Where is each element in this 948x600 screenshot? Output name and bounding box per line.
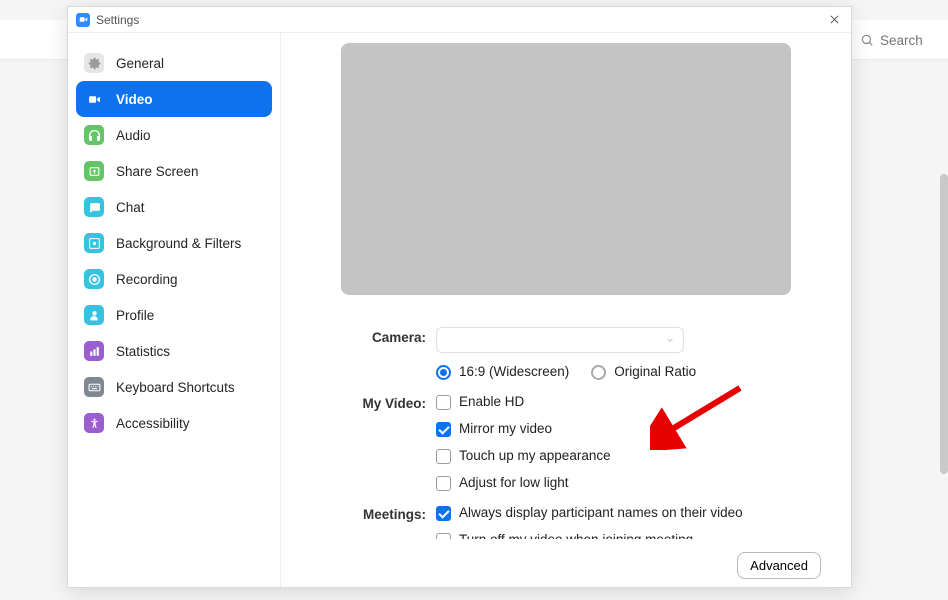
checkbox-icon bbox=[436, 476, 451, 491]
aspect-wide-label: 16:9 (Widescreen) bbox=[459, 363, 569, 381]
sidebar-item-profile[interactable]: Profile bbox=[76, 297, 272, 333]
myvideo-touchup-option[interactable]: Touch up my appearance bbox=[436, 447, 831, 465]
search-icon bbox=[860, 33, 874, 47]
sidebar-item-statistics[interactable]: Statistics bbox=[76, 333, 272, 369]
checkbox-icon bbox=[436, 533, 451, 540]
stats-icon bbox=[84, 341, 104, 361]
sidebar-item-chat[interactable]: Chat bbox=[76, 189, 272, 225]
search-input[interactable] bbox=[880, 33, 930, 48]
myvideo-mirror-option[interactable]: Mirror my video bbox=[436, 420, 831, 438]
close-icon bbox=[829, 14, 840, 25]
window-title: Settings bbox=[96, 13, 139, 27]
app-icon bbox=[76, 13, 90, 27]
radio-icon-selected bbox=[436, 365, 451, 380]
myvideo-label: My Video: bbox=[281, 393, 426, 411]
meetings-video-off-join-option[interactable]: Turn off my video when joining meeting bbox=[436, 531, 831, 539]
meetings-video-off-join-label: Turn off my video when joining meeting bbox=[459, 531, 693, 539]
sidebar-item-accessibility[interactable]: Accessibility bbox=[76, 405, 272, 441]
sidebar-item-label: Recording bbox=[116, 272, 178, 287]
radio-icon bbox=[591, 365, 606, 380]
chat-icon bbox=[84, 197, 104, 217]
sidebar: General Video Audio Share Screen Chat Backgro… bbox=[68, 33, 281, 587]
meetings-display-names-option[interactable]: Always display participant names on thei… bbox=[436, 504, 831, 522]
sidebar-item-video[interactable]: Video bbox=[76, 81, 272, 117]
sidebar-item-label: Audio bbox=[116, 128, 151, 143]
sidebar-item-label: Background & Filters bbox=[116, 236, 241, 251]
sidebar-item-label: Profile bbox=[116, 308, 154, 323]
settings-window: Settings General Video Audio Share Screen Ch… bbox=[67, 6, 852, 588]
meetings-display-names-label: Always display participant names on thei… bbox=[459, 504, 743, 522]
aspect-wide-option[interactable]: 16:9 (Widescreen) bbox=[436, 363, 569, 381]
checkbox-icon bbox=[436, 395, 451, 410]
background-search[interactable] bbox=[860, 27, 930, 53]
sidebar-item-label: Share Screen bbox=[116, 164, 199, 179]
sidebar-item-general[interactable]: General bbox=[76, 45, 272, 81]
sidebar-item-label: Statistics bbox=[116, 344, 170, 359]
record-icon bbox=[84, 269, 104, 289]
gear-icon bbox=[84, 53, 104, 73]
page-scrollbar[interactable] bbox=[940, 174, 948, 474]
camera-dropdown[interactable] bbox=[436, 327, 684, 353]
myvideo-lowlight-label: Adjust for low light bbox=[459, 474, 569, 492]
chevron-down-icon bbox=[665, 333, 675, 348]
keyboard-icon bbox=[84, 377, 104, 397]
sidebar-item-label: Video bbox=[116, 92, 153, 107]
myvideo-lowlight-option[interactable]: Adjust for low light bbox=[436, 474, 831, 492]
close-button[interactable] bbox=[825, 11, 843, 29]
titlebar: Settings bbox=[68, 7, 851, 33]
sidebar-item-label: General bbox=[116, 56, 164, 71]
checkbox-icon bbox=[436, 506, 451, 521]
myvideo-enable-hd-label: Enable HD bbox=[459, 393, 524, 411]
myvideo-touchup-label: Touch up my appearance bbox=[459, 447, 611, 465]
filters-icon bbox=[84, 233, 104, 253]
sidebar-item-keyboard-shortcuts[interactable]: Keyboard Shortcuts bbox=[76, 369, 272, 405]
video-preview bbox=[341, 43, 791, 295]
advanced-button[interactable]: Advanced bbox=[737, 552, 821, 579]
main-panel: Camera: 16:9 (Wide bbox=[281, 33, 851, 587]
share-icon bbox=[84, 161, 104, 181]
footer: Advanced bbox=[281, 543, 851, 587]
sidebar-item-audio[interactable]: Audio bbox=[76, 117, 272, 153]
checkbox-icon bbox=[436, 449, 451, 464]
myvideo-enable-hd-option[interactable]: Enable HD bbox=[436, 393, 831, 411]
video-icon bbox=[84, 89, 104, 109]
sidebar-item-recording[interactable]: Recording bbox=[76, 261, 272, 297]
checkbox-icon bbox=[436, 422, 451, 437]
meetings-label: Meetings: bbox=[281, 504, 426, 522]
aspect-original-label: Original Ratio bbox=[614, 363, 696, 381]
accessibility-icon bbox=[84, 413, 104, 433]
sidebar-item-label: Accessibility bbox=[116, 416, 190, 431]
camera-label: Camera: bbox=[281, 327, 426, 345]
headphones-icon bbox=[84, 125, 104, 145]
sidebar-item-share-screen[interactable]: Share Screen bbox=[76, 153, 272, 189]
aspect-original-option[interactable]: Original Ratio bbox=[591, 363, 696, 381]
sidebar-item-label: Chat bbox=[116, 200, 145, 215]
sidebar-item-label: Keyboard Shortcuts bbox=[116, 380, 235, 395]
myvideo-mirror-label: Mirror my video bbox=[459, 420, 552, 438]
sidebar-item-background-filters[interactable]: Background & Filters bbox=[76, 225, 272, 261]
profile-icon bbox=[84, 305, 104, 325]
